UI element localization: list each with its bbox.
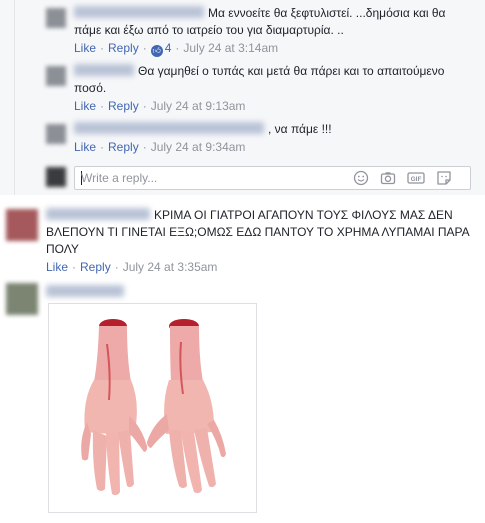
thread-line xyxy=(14,0,15,195)
avatar[interactable] xyxy=(46,124,66,144)
like-link[interactable]: Like xyxy=(46,260,68,274)
comment: ΚΡΙΜΑ ΟΙ ΓΙΑΤΡΟΙ ΑΓΑΠΟΥΝ ΤΟΥΣ ΦΙΛΟΥΣ ΜΑΣ… xyxy=(46,207,471,274)
severed-hands-photo xyxy=(81,319,226,496)
reply-body: , να πάμε !!! xyxy=(268,122,332,136)
timestamp[interactable]: July 24 at 3:35am xyxy=(123,260,218,274)
timestamp[interactable]: July 24 at 9:13am xyxy=(151,99,246,113)
comment xyxy=(46,285,128,299)
reply-text: Θα γαμηθεί ο τυπάς και μετά θα πάρει και… xyxy=(74,63,474,97)
avatar[interactable] xyxy=(6,209,38,241)
reply-box: GIF xyxy=(74,166,471,190)
reply-link[interactable]: Reply xyxy=(108,41,139,55)
reply-link[interactable]: Reply xyxy=(80,260,111,274)
like-link[interactable]: Like xyxy=(74,41,96,55)
reply-link[interactable]: Reply xyxy=(108,99,139,113)
comment-text: ΚΡΙΜΑ ΟΙ ΓΙΑΤΡΟΙ ΑΓΑΠΟΥΝ ΤΟΥΣ ΦΙΛΟΥΣ ΜΑΣ… xyxy=(46,207,471,258)
reply-comment: Θα γαμηθεί ο τυπάς και μετά θα πάρει και… xyxy=(74,63,474,113)
like-reaction-icon[interactable]: 👍︎ xyxy=(150,45,163,57)
current-user-avatar xyxy=(46,167,66,187)
timestamp[interactable]: July 24 at 9:34am xyxy=(151,140,246,154)
smiley-icon[interactable] xyxy=(353,170,369,186)
avatar[interactable] xyxy=(6,283,38,315)
camera-icon[interactable] xyxy=(380,170,396,186)
comment-photo[interactable] xyxy=(48,303,257,513)
author-name[interactable] xyxy=(74,64,134,76)
svg-text:GIF: GIF xyxy=(411,176,422,183)
author-name[interactable] xyxy=(46,285,124,297)
timestamp[interactable]: July 24 at 3:14am xyxy=(183,41,278,55)
reply-actions: Like · Reply · July 24 at 9:13am xyxy=(74,99,246,113)
reply-actions: Like · Reply · 👍︎ 4 · July 24 at 3:14am xyxy=(74,41,279,57)
reply-text: , να πάμε !!! xyxy=(74,121,474,138)
reaction-count[interactable]: 4 xyxy=(165,41,172,55)
reply-comment: , να πάμε !!! Like · Reply · July 24 at 9:34… xyxy=(74,121,474,154)
gif-icon[interactable]: GIF xyxy=(407,170,425,186)
author-name[interactable] xyxy=(46,208,150,220)
reply-text: Μα εννοείτε θα ξεφτυλιστεί. ...δημόσια κ… xyxy=(74,5,474,39)
reply-comment: Μα εννοείτε θα ξεφτυλιστεί. ...δημόσια κ… xyxy=(74,5,474,57)
author-name[interactable] xyxy=(74,122,264,134)
right-hand xyxy=(147,319,226,494)
avatar[interactable] xyxy=(46,8,66,28)
author-name[interactable] xyxy=(74,6,204,18)
reply-link[interactable]: Reply xyxy=(108,140,139,154)
sticker-icon[interactable] xyxy=(436,170,452,186)
like-link[interactable]: Like xyxy=(74,99,96,113)
like-link[interactable]: Like xyxy=(74,140,96,154)
left-hand xyxy=(81,319,148,496)
avatar[interactable] xyxy=(46,66,66,86)
comment-actions: Like · Reply · July 24 at 3:35am xyxy=(46,260,218,274)
reply-input[interactable] xyxy=(79,169,343,187)
reply-actions: Like · Reply · July 24 at 9:34am xyxy=(74,140,246,154)
